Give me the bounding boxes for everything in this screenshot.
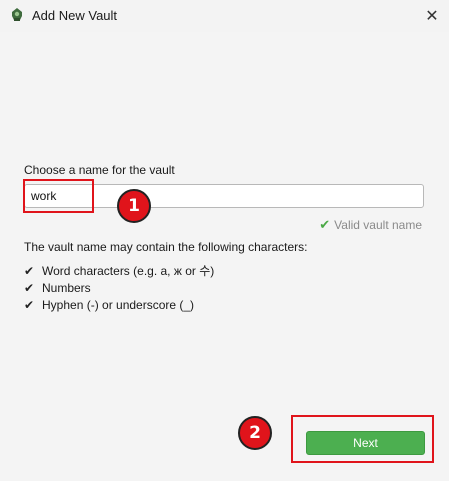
annotation-box-2 — [291, 415, 434, 463]
allowed-characters-heading: The vault name may contain the following… — [24, 240, 308, 254]
vault-app-icon — [12, 8, 22, 21]
check-icon: ✔ — [24, 263, 35, 278]
check-icon: ✔ — [24, 297, 35, 312]
title-bar: Add New Vault ✕ — [0, 0, 449, 32]
validation-text: Valid vault name — [334, 218, 422, 232]
validation-message: ✔ Valid vault name — [319, 217, 422, 233]
close-icon: ✕ — [425, 8, 439, 25]
list-item: ✔ Word characters (e.g. a, ж or 수) — [24, 262, 214, 279]
annotation-box-1 — [23, 179, 94, 213]
window-title: Add New Vault — [32, 8, 118, 23]
annotation-badge-1: 1 — [117, 189, 151, 223]
list-item: ✔ Hyphen (-) or underscore (_) — [24, 296, 214, 313]
check-icon: ✔ — [24, 280, 35, 295]
vault-name-label: Choose a name for the vault — [24, 163, 175, 177]
dialog-content: Choose a name for the vault ✔ Valid vaul… — [0, 32, 449, 481]
close-button[interactable]: ✕ — [415, 0, 449, 32]
list-item-label: Hyphen (-) or underscore (_) — [42, 297, 195, 312]
allowed-characters-list: ✔ Word characters (e.g. a, ж or 수) ✔ Num… — [24, 262, 214, 313]
list-item-label: Numbers — [42, 280, 91, 295]
list-item: ✔ Numbers — [24, 279, 214, 296]
list-item-label: Word characters (e.g. a, ж or 수) — [42, 264, 215, 278]
annotation-badge-2: 2 — [238, 416, 272, 450]
check-icon: ✔ — [319, 217, 331, 232]
